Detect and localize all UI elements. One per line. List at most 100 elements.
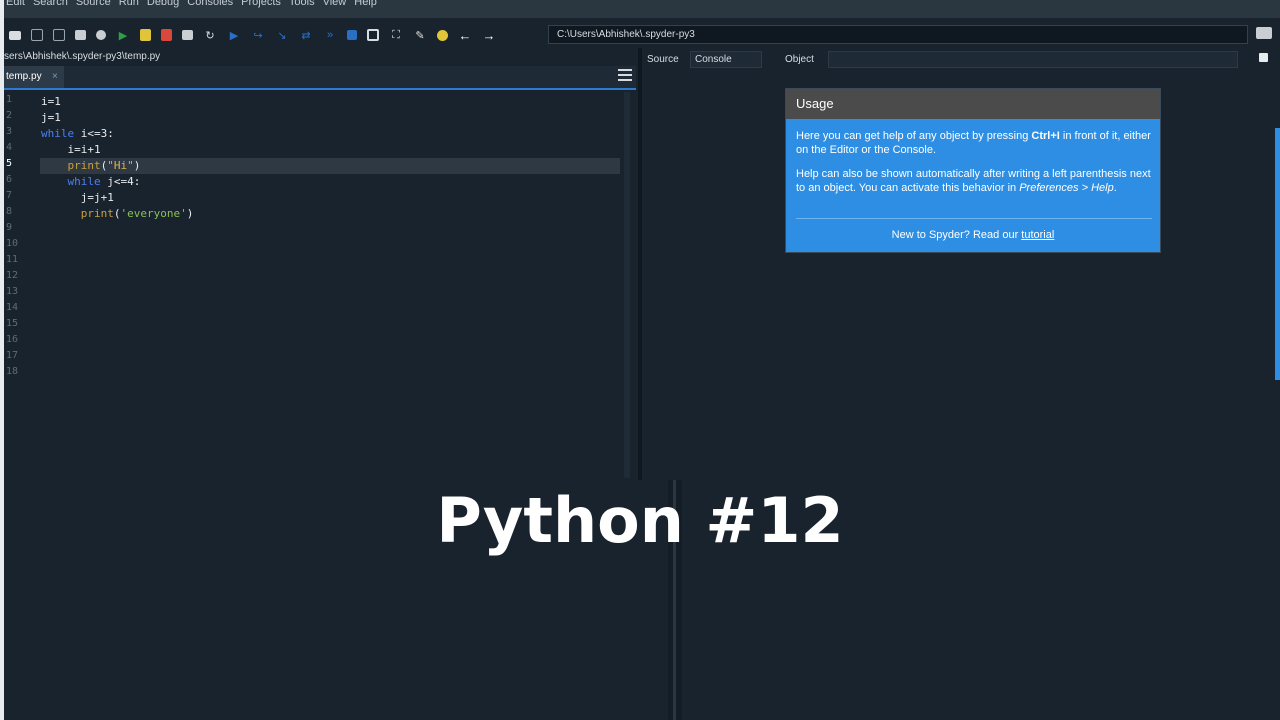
menu-run[interactable]: Run: [119, 0, 139, 18]
menu-help[interactable]: Help: [354, 0, 377, 18]
editor-tab-label: temp.py: [6, 71, 42, 82]
menu-tools[interactable]: Tools: [289, 0, 315, 18]
usage-footer-text: New to Spyder? Read our: [891, 229, 1022, 241]
rerun-icon[interactable]: ↻: [203, 28, 217, 42]
code-builtin: print: [41, 207, 114, 220]
main-toolbar: ▶ ↻ ▶ ↪ ↘ ⇄ » ⛶ ✎ ← → C:\Users\Abhishek\…: [4, 22, 1280, 48]
help-toolbar: Source Console Object: [642, 50, 1280, 70]
code-editor[interactable]: i=1 j=1 while i<=3: i=i+1 print("Hi") wh…: [38, 92, 628, 478]
line-number: 2: [6, 110, 13, 121]
usage-paragraph-1: Here you can get help of any object by p…: [796, 129, 1152, 157]
video-title-overlay: Python #12: [436, 484, 844, 557]
code-string: 'everyone': [120, 207, 187, 220]
source-select[interactable]: Console: [690, 51, 762, 68]
line-number: 14: [6, 302, 19, 313]
settings-list-icon[interactable]: [75, 30, 86, 40]
menu-bar: Edit Search Source Run Debug Consoles Pr…: [4, 0, 1280, 18]
wrench-icon[interactable]: ✎: [413, 28, 427, 42]
step-into-icon[interactable]: ↘: [275, 28, 289, 42]
usage-title: Usage: [786, 89, 1160, 119]
line-number: 16: [6, 334, 19, 345]
editor-scrollbar[interactable]: [624, 92, 630, 478]
forward-arrow-icon[interactable]: →: [482, 28, 496, 43]
step-return-icon[interactable]: ⇄: [299, 28, 313, 42]
line-number: 15: [6, 318, 19, 329]
code-line: while i<=3:: [41, 126, 114, 142]
maximize-pane-icon[interactable]: [367, 29, 379, 41]
code-line: print('everyone'): [41, 206, 194, 222]
save-icon[interactable]: [31, 29, 43, 41]
source-label: Source: [647, 54, 679, 65]
continue-icon[interactable]: »: [323, 28, 337, 42]
line-number: 3: [6, 126, 13, 137]
back-arrow-icon[interactable]: ←: [458, 28, 472, 43]
line-number: 12: [6, 270, 19, 281]
code-keyword: while: [41, 175, 101, 188]
usage-text: .: [1113, 182, 1117, 194]
line-number: 4: [6, 142, 13, 153]
menu-edit[interactable]: Edit: [6, 0, 25, 18]
object-label: Object: [785, 54, 814, 65]
fullscreen-icon[interactable]: ⛶: [389, 28, 403, 42]
line-number: 6: [6, 174, 13, 185]
line-number: 9: [6, 222, 13, 233]
shortcut-key: Ctrl+I: [1031, 130, 1060, 142]
options-menu-icon[interactable]: [618, 69, 632, 83]
run-cell-advance-icon[interactable]: [161, 29, 172, 41]
code-text: ): [133, 159, 141, 172]
code-line: i=i+1: [41, 143, 101, 156]
menu-debug[interactable]: Debug: [147, 0, 179, 18]
run-icon[interactable]: ▶: [116, 28, 130, 42]
line-number-gutter: 1 2 3 4 5 6 7 8 9 10 11 12 13 14 15 16 1…: [4, 92, 38, 478]
save-all-icon[interactable]: [53, 29, 65, 41]
close-icon[interactable]: ×: [52, 66, 58, 88]
code-line: i=1: [41, 95, 61, 108]
code-line: print("Hi"): [41, 158, 140, 174]
browse-directory-icon[interactable]: [1256, 27, 1272, 39]
working-directory-input[interactable]: C:\Users\Abhishek\.spyder-py3: [548, 25, 1248, 44]
editor-tab-temp[interactable]: temp.py ×: [4, 66, 64, 88]
code-text: j<=4:: [100, 175, 141, 188]
usage-divider: [796, 218, 1152, 219]
run-selection-icon[interactable]: [182, 30, 193, 40]
usage-panel: Usage Here you can get help of any objec…: [785, 88, 1161, 253]
tutorial-link[interactable]: tutorial: [1021, 229, 1054, 241]
line-number: 11: [6, 254, 19, 265]
usage-paragraph-2: Help can also be shown automatically aft…: [796, 167, 1152, 195]
run-cell-icon[interactable]: [140, 29, 151, 41]
python-path-icon[interactable]: [437, 29, 448, 41]
code-line: j=j+1: [41, 191, 114, 204]
code-keyword: while: [41, 127, 75, 140]
code-line: while j<=4:: [41, 174, 140, 190]
usage-text: Here you can get help of any object by p…: [796, 130, 1032, 142]
line-number-current: 5: [6, 158, 13, 169]
stop-icon[interactable]: [347, 30, 357, 40]
help-scrollbar[interactable]: [1275, 128, 1280, 380]
pane-splitter[interactable]: [638, 48, 642, 480]
editor-file-path: sers\Abhishek\.spyder-py3\temp.py: [4, 51, 161, 62]
code-text: ): [186, 207, 194, 220]
code-text: i<=3:: [74, 127, 114, 140]
lock-icon[interactable]: [1259, 53, 1268, 62]
debug-icon[interactable]: ▶: [227, 28, 241, 42]
usage-footer: New to Spyder? Read our tutorial: [786, 229, 1160, 241]
menu-view[interactable]: View: [323, 0, 347, 18]
line-number: 17: [6, 350, 19, 361]
line-number: 13: [6, 286, 19, 297]
code-line: j=1: [41, 111, 61, 124]
step-icon[interactable]: ↪: [251, 28, 265, 42]
menu-search[interactable]: Search: [33, 0, 68, 18]
code-string: "Hi": [107, 159, 134, 172]
open-file-icon[interactable]: [9, 30, 21, 40]
editor-tab-bar: temp.py ×: [4, 66, 636, 90]
menu-consoles[interactable]: Consoles: [187, 0, 233, 18]
new-icon[interactable]: [96, 30, 106, 40]
line-number: 1: [6, 94, 13, 105]
menu-projects[interactable]: Projects: [241, 0, 281, 18]
code-builtin: print: [41, 159, 101, 172]
menu-source[interactable]: Source: [76, 0, 111, 18]
line-number: 7: [6, 190, 13, 201]
line-number: 18: [6, 366, 19, 377]
object-input[interactable]: [828, 51, 1238, 68]
preferences-path: Preferences > Help: [1019, 182, 1114, 194]
